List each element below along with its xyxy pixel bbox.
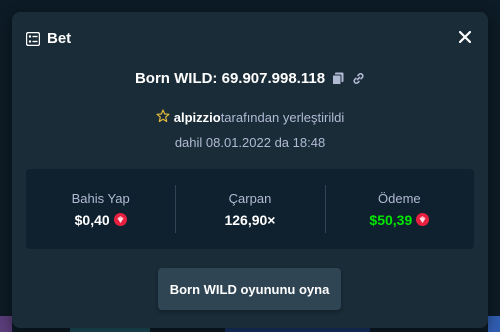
placed-by-text: tarafından yerleştirildi bbox=[220, 109, 345, 125]
bet-details-modal: Bet Born WILD: 69.907.998.118 alpizziota… bbox=[12, 12, 488, 328]
play-game-button[interactable]: Born WILD oyununu oyna bbox=[158, 268, 341, 310]
multiplier-value-row: 126,90× bbox=[224, 212, 275, 228]
payout-stat: Ödeme $50,39 bbox=[324, 169, 474, 249]
game-id-line: Born WILD: 69.907.998.118 bbox=[12, 68, 488, 88]
ruby-coin-icon bbox=[113, 213, 127, 226]
placed-by-line: alpizziotarafından yerleştirildi bbox=[12, 108, 488, 126]
multiplier-label: Çarpan bbox=[228, 190, 272, 206]
bet-slip-icon bbox=[25, 31, 41, 47]
payout-value: $50,39 bbox=[369, 211, 413, 228]
star-icon bbox=[156, 108, 170, 126]
bet-date: dahil 08.01.2022 da 18:48 bbox=[174, 135, 326, 150]
bet-amount-value: $0,40 bbox=[74, 211, 110, 228]
background-game-tile bbox=[488, 316, 500, 332]
game-id-text: Born WILD: 69.907.998.118 bbox=[134, 69, 326, 87]
link-icon[interactable] bbox=[351, 71, 365, 85]
bet-amount-stat: Bahis Yap $0,40 bbox=[26, 169, 175, 249]
ruby-coin-icon bbox=[416, 213, 430, 226]
payout-value-row: $50,39 bbox=[369, 211, 430, 228]
modal-title: Bet bbox=[47, 30, 72, 47]
modal-header: Bet bbox=[12, 12, 488, 68]
bet-amount-label: Bahis Yap bbox=[71, 190, 130, 206]
close-icon bbox=[458, 30, 472, 48]
copy-icon[interactable] bbox=[331, 71, 345, 85]
username-link[interactable]: alpizzio bbox=[174, 110, 221, 125]
bet-amount-value-row: $0,40 bbox=[75, 212, 127, 228]
close-button[interactable] bbox=[454, 28, 476, 50]
bet-stats-panel: Bahis Yap $0,40 Çarpan 126,90× Ödeme $50… bbox=[26, 169, 474, 249]
multiplier-stat: Çarpan 126,90× bbox=[175, 169, 324, 249]
background-game-tile bbox=[0, 316, 12, 332]
multiplier-value: 126,90× bbox=[224, 211, 276, 228]
payout-label: Ödeme bbox=[378, 190, 421, 206]
